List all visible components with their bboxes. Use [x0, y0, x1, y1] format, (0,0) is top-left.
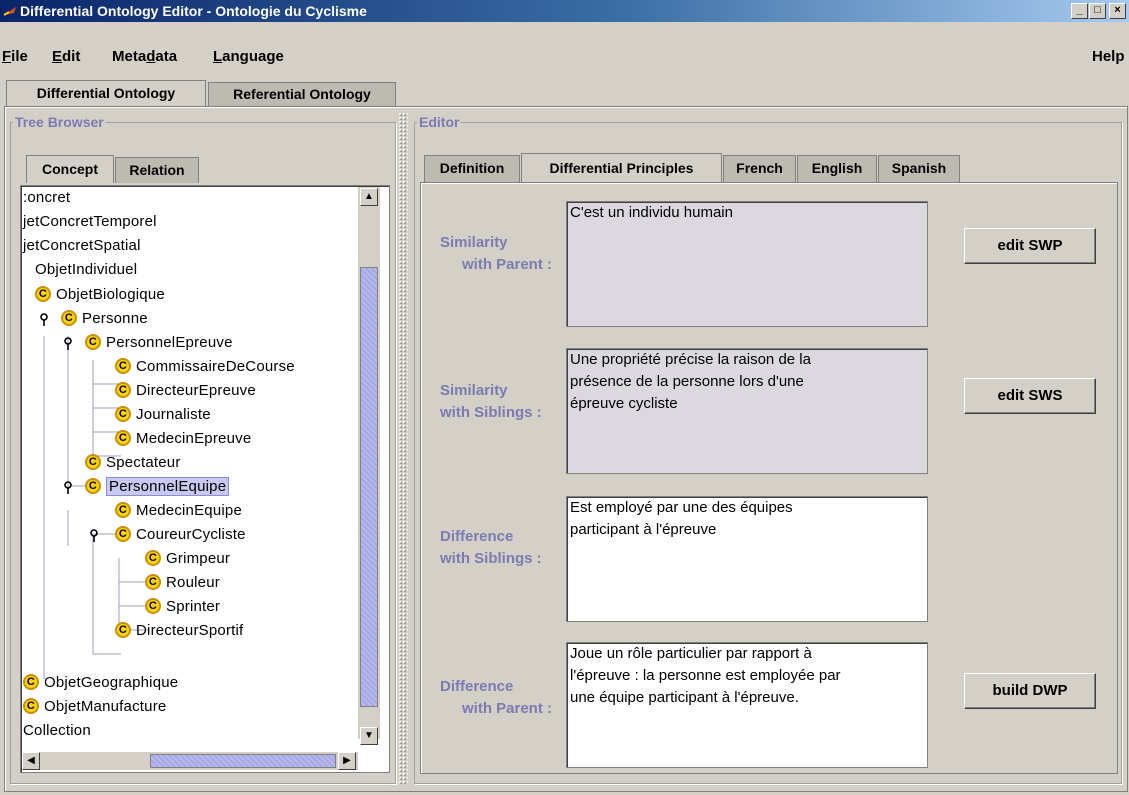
concept-icon: C	[115, 526, 131, 543]
tree-item[interactable]: C Spectateur	[85, 451, 181, 475]
menu-file[interactable]: File	[2, 48, 28, 65]
concept-tree: :oncret jetConcretTemporel jetConcretSpa…	[20, 185, 390, 773]
window-title: Differential Ontology Editor - Ontologie…	[20, 3, 367, 19]
app-icon	[3, 7, 16, 16]
tree-item[interactable]: C MedecinEpreuve	[115, 427, 251, 451]
menu-language[interactable]: Language	[213, 48, 284, 65]
concept-icon: C	[115, 430, 131, 447]
difference-siblings-textarea[interactable]: Est employé par une des équipes particip…	[566, 496, 928, 622]
close-button[interactable]: ×	[1109, 3, 1126, 19]
scroll-right-arrow-icon[interactable]: ▶	[338, 752, 356, 770]
expanded-toggle-icon[interactable]	[63, 337, 73, 351]
scroll-up-arrow-icon[interactable]: ▲	[360, 188, 378, 206]
concept-icon: C	[115, 622, 131, 639]
concept-icon: C	[145, 598, 161, 615]
title-bar: Differential Ontology Editor - Ontologie…	[0, 0, 1129, 22]
tree-item-selected[interactable]: C PersonnelEquipe	[85, 475, 230, 499]
tree-item[interactable]: C DirecteurEpreuve	[115, 379, 256, 403]
tree-vertical-scroll-thumb[interactable]	[360, 267, 378, 707]
editor-legend: Editor	[419, 114, 460, 130]
tree-item[interactable]: :oncret	[23, 186, 70, 210]
tab-concept[interactable]: Concept	[26, 155, 114, 183]
similarity-parent-label: Similarity with Parent :	[440, 234, 553, 273]
expanded-toggle-icon[interactable]	[89, 529, 99, 543]
selected-item-label: PersonnelEquipe	[106, 477, 230, 496]
tree-item[interactable]: C Personne	[61, 307, 148, 331]
tree-item[interactable]: C ObjetManufacture	[23, 695, 166, 719]
tree-item[interactable]: C CommissaireDeCourse	[115, 355, 295, 379]
edit-sws-button[interactable]: edit SWS	[964, 378, 1096, 414]
similarity-siblings-label: Similarity with Siblings :	[440, 382, 542, 421]
tab-differential-ontology[interactable]: Differential Ontology	[6, 80, 206, 106]
tab-relation[interactable]: Relation	[115, 157, 199, 183]
tree-horizontal-scroll-thumb[interactable]	[150, 754, 336, 768]
scroll-down-arrow-icon[interactable]: ▼	[360, 727, 378, 745]
concept-icon: C	[23, 698, 39, 715]
split-pane-divider[interactable]	[398, 112, 408, 784]
tree-item[interactable]: C Sprinter	[145, 595, 220, 619]
tree-item[interactable]: C Rouleur	[145, 571, 220, 595]
difference-parent-textarea[interactable]: Joue un rôle particulier par rapport à l…	[566, 642, 928, 768]
concept-icon: C	[85, 334, 101, 351]
tree-item[interactable]: C Journaliste	[115, 403, 211, 427]
menu-help[interactable]: Help	[1092, 48, 1125, 65]
minimize-button[interactable]: _	[1071, 3, 1088, 19]
concept-icon: C	[115, 406, 131, 423]
menu-edit[interactable]: Edit	[52, 48, 80, 65]
concept-icon: C	[115, 382, 131, 399]
tree-item[interactable]: jetConcretSpatial	[23, 234, 141, 258]
build-dwp-button[interactable]: build DWP	[964, 673, 1096, 709]
menu-metadata[interactable]: Metadata	[112, 48, 177, 65]
tree-browser-legend: Tree Browser	[15, 114, 104, 130]
concept-icon: C	[85, 454, 101, 471]
similarity-parent-textarea[interactable]: C'est un individu humain	[566, 201, 928, 327]
tab-french[interactable]: French	[723, 155, 796, 182]
edit-swp-button[interactable]: edit SWP	[964, 228, 1096, 264]
tree-item[interactable]: C ObjetBiologique	[35, 283, 165, 307]
difference-parent-label: Difference with Parent :	[440, 678, 553, 717]
tree-item[interactable]: Collection	[23, 719, 91, 743]
scroll-left-arrow-icon[interactable]: ◀	[22, 752, 40, 770]
concept-icon: C	[61, 310, 77, 327]
difference-siblings-label: Difference with Siblings :	[440, 528, 542, 567]
concept-icon: C	[85, 478, 101, 495]
tab-differential-principles[interactable]: Differential Principles	[521, 153, 722, 182]
tree-item[interactable]: C MedecinEquipe	[115, 499, 242, 523]
tab-english[interactable]: English	[797, 155, 877, 182]
concept-icon: C	[145, 550, 161, 567]
tab-spanish[interactable]: Spanish	[878, 155, 960, 182]
tree-item[interactable]: C CoureurCycliste	[115, 523, 246, 547]
similarity-siblings-textarea[interactable]: Une propriété précise la raison de la pr…	[566, 348, 928, 474]
tree-item[interactable]: jetConcretTemporel	[23, 210, 157, 234]
tree-item[interactable]: C Grimpeur	[145, 547, 230, 571]
tree-item[interactable]: C DirecteurSportif	[115, 619, 243, 643]
tree-item[interactable]: C ObjetGeographique	[23, 671, 178, 695]
menu-bar: File Edit Metadata Language Help	[0, 44, 1129, 70]
concept-icon: C	[115, 502, 131, 519]
expanded-toggle-icon[interactable]	[39, 313, 49, 327]
tab-referential-ontology[interactable]: Referential Ontology	[208, 82, 396, 106]
concept-icon: C	[23, 674, 39, 691]
tab-definition[interactable]: Definition	[424, 155, 520, 182]
tree-item[interactable]: C PersonnelEpreuve	[85, 331, 233, 355]
concept-icon: C	[145, 574, 161, 591]
maximize-button[interactable]: □	[1089, 3, 1106, 19]
tree-item[interactable]: ObjetIndividuel	[35, 258, 137, 282]
concept-icon: C	[35, 286, 51, 303]
concept-icon: C	[115, 358, 131, 375]
expanded-toggle-icon[interactable]	[63, 481, 73, 495]
